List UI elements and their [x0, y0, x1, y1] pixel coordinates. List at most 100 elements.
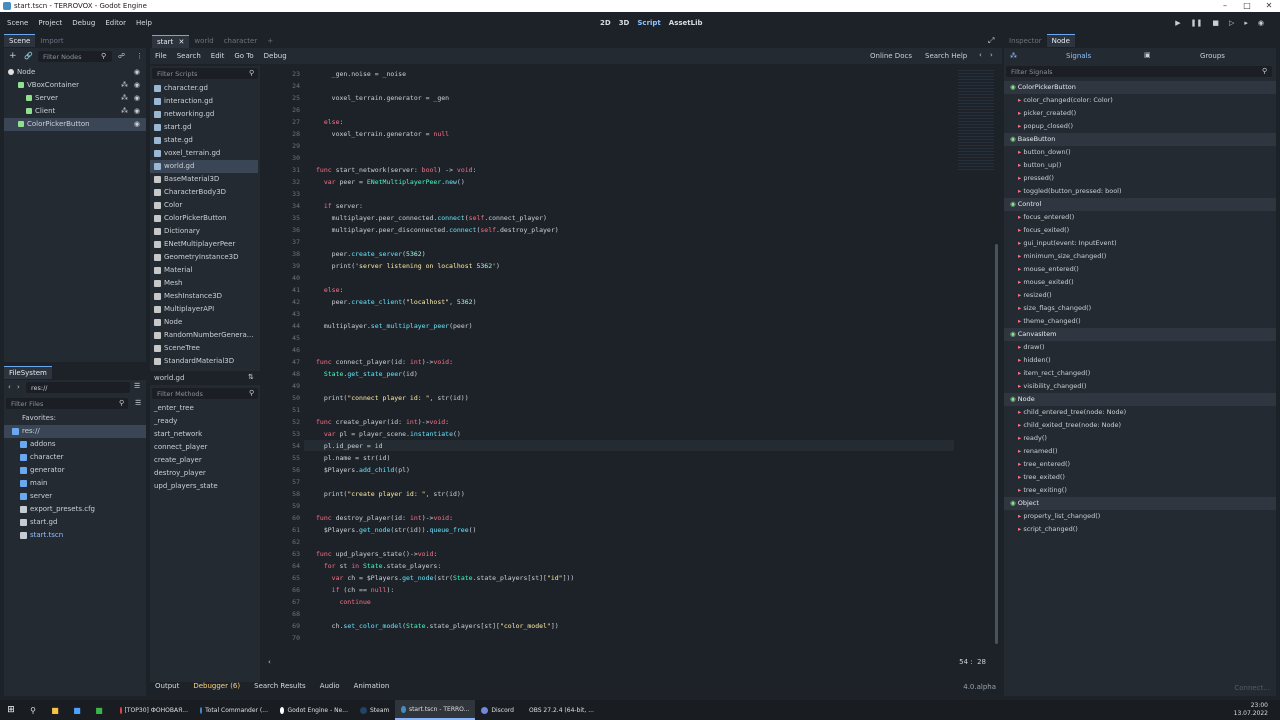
script-menu-edit[interactable]: Edit: [206, 52, 230, 60]
script-menu-file[interactable]: File: [150, 52, 172, 60]
filesystem-item[interactable]: character: [4, 451, 146, 464]
filesystem-item[interactable]: start.tscn: [4, 529, 146, 542]
menu-debug[interactable]: Debug: [67, 19, 100, 27]
signal-item[interactable]: ▸ mouse_entered(): [1004, 263, 1276, 276]
play-icon[interactable]: ▶: [1175, 19, 1180, 27]
signal-item[interactable]: ▸ color_changed(color: Color): [1004, 94, 1276, 107]
maximize-button[interactable]: □: [1236, 0, 1258, 12]
filter-methods-input[interactable]: Filter Methods: [152, 388, 258, 399]
bottom-tab[interactable]: Animation: [349, 682, 395, 690]
script-list-item[interactable]: GeometryInstance3D: [150, 251, 258, 264]
next-icon[interactable]: ›: [990, 51, 993, 59]
visibility-icon[interactable]: ◉: [134, 79, 140, 92]
mode-3d[interactable]: 3D: [619, 19, 630, 27]
menu-help[interactable]: Help: [131, 19, 157, 27]
filesystem-item[interactable]: export_presets.cfg: [4, 503, 146, 516]
visibility-icon[interactable]: ◉: [134, 92, 140, 105]
taskbar-app[interactable]: [ТОР30] ФОНОВАЯ...: [114, 700, 194, 720]
script-list-item[interactable]: BaseMaterial3D: [150, 173, 258, 186]
play-custom-icon[interactable]: ▸: [1244, 19, 1248, 27]
script-menu-search[interactable]: Search: [172, 52, 206, 60]
signal-item[interactable]: ▸ focus_entered(): [1004, 211, 1276, 224]
editor-tab-world[interactable]: world: [189, 35, 218, 48]
editor-tab-start[interactable]: start ✕: [152, 34, 190, 48]
filter-signals-input[interactable]: Filter Signals: [1006, 66, 1272, 77]
signal-class-header[interactable]: ◉ BaseButton: [1004, 133, 1276, 146]
signal-item[interactable]: ▸ focus_exited(): [1004, 224, 1276, 237]
close-button[interactable]: ✕: [1258, 0, 1280, 12]
filesystem-item[interactable]: addons: [4, 438, 146, 451]
signal-item[interactable]: ▸ script_changed(): [1004, 523, 1276, 536]
bottom-tab[interactable]: Audio: [315, 682, 345, 690]
editor-tab-character[interactable]: character: [219, 35, 263, 48]
signal-item[interactable]: ▸ tree_exited(): [1004, 471, 1276, 484]
taskbar-app[interactable]: OBS 27.2.4 (64-bit, ...: [520, 700, 600, 720]
tab-inspector[interactable]: Inspector: [1004, 35, 1047, 48]
tab-signals[interactable]: Signals: [1066, 52, 1091, 60]
bottom-tab[interactable]: Search Results: [249, 682, 311, 690]
script-list-item[interactable]: start.gd: [150, 121, 258, 134]
signal-item[interactable]: ▸ popup_closed(): [1004, 120, 1276, 133]
path-input[interactable]: res://: [26, 382, 130, 393]
search-help-link[interactable]: Search Help: [925, 52, 967, 60]
script-menu-go-to[interactable]: Go To: [229, 52, 258, 60]
bottom-tab[interactable]: Debugger (6): [188, 682, 245, 690]
scene-node[interactable]: VBoxContainer ◉ ⁂: [4, 79, 146, 92]
script-list-item[interactable]: Color: [150, 199, 258, 212]
connect-button[interactable]: Connect...: [1234, 684, 1270, 692]
folder-icon[interactable]: ■: [44, 706, 66, 715]
close-tab-icon[interactable]: ✕: [176, 38, 185, 46]
sort-icon[interactable]: ⇅: [248, 373, 254, 381]
filesystem-item[interactable]: server: [4, 490, 146, 503]
method-list-item[interactable]: create_player: [150, 454, 258, 467]
signal-item[interactable]: ▸ item_rect_changed(): [1004, 367, 1276, 380]
scene-node[interactable]: Server ◉ ⁂: [4, 92, 146, 105]
visibility-icon[interactable]: ◉: [134, 118, 140, 131]
signal-item[interactable]: ▸ size_flags_changed(): [1004, 302, 1276, 315]
signal-icon[interactable]: ⁂: [121, 92, 128, 105]
signal-item[interactable]: ▸ child_entered_tree(node: Node): [1004, 406, 1276, 419]
link-icon[interactable]: 🔗: [24, 52, 33, 60]
tab-node[interactable]: Node: [1046, 34, 1075, 47]
mode-assetlib[interactable]: AssetLib: [669, 19, 703, 27]
signal-item[interactable]: ▸ draw(): [1004, 341, 1276, 354]
script-list-item[interactable]: networking.gd: [150, 108, 258, 121]
script-list-item[interactable]: SceneTree: [150, 342, 258, 355]
method-list-item[interactable]: start_network: [150, 428, 258, 441]
signal-icon[interactable]: ⁂: [121, 105, 128, 118]
script-list-item[interactable]: Node: [150, 316, 258, 329]
prev-icon[interactable]: ‹: [979, 51, 982, 59]
movie-icon[interactable]: ◉: [1258, 19, 1264, 27]
signal-item[interactable]: ▸ minimum_size_changed(): [1004, 250, 1276, 263]
method-list-item[interactable]: _enter_tree: [150, 402, 258, 415]
script-list-item[interactable]: character.gd: [150, 82, 258, 95]
menu-project[interactable]: Project: [33, 19, 67, 27]
signal-item[interactable]: ▸ hidden(): [1004, 354, 1276, 367]
back-icon[interactable]: ‹: [8, 383, 11, 391]
signal-item[interactable]: ▸ visibility_changed(): [1004, 380, 1276, 393]
signal-item[interactable]: ▸ pressed(): [1004, 172, 1276, 185]
vertical-scrollbar[interactable]: [995, 244, 998, 644]
play-scene-icon[interactable]: ▷: [1229, 19, 1234, 27]
script-list-item[interactable]: Material: [150, 264, 258, 277]
signal-item[interactable]: ▸ button_down(): [1004, 146, 1276, 159]
tab-import[interactable]: Import: [35, 35, 68, 48]
taskbar-app[interactable]: Total Commander (...: [194, 700, 274, 720]
method-list-item[interactable]: connect_player: [150, 441, 258, 454]
mode-script[interactable]: Script: [637, 19, 660, 27]
more-icon[interactable]: ⋮: [136, 52, 143, 60]
signal-class-header[interactable]: ◉ Node: [1004, 393, 1276, 406]
filesystem-item[interactable]: Favorites:: [4, 412, 146, 425]
method-list-item[interactable]: destroy_player: [150, 467, 258, 480]
filesystem-item[interactable]: start.gd: [4, 516, 146, 529]
tab-scene[interactable]: Scene: [4, 34, 36, 47]
script-list-item[interactable]: MeshInstance3D: [150, 290, 258, 303]
app-icon[interactable]: ■: [66, 706, 88, 715]
signal-item[interactable]: ▸ ready(): [1004, 432, 1276, 445]
script-list-item[interactable]: Dictionary: [150, 225, 258, 238]
scene-node[interactable]: ColorPickerButton ◉: [4, 118, 146, 131]
filesystem-item[interactable]: res://: [4, 425, 146, 438]
script-list-item[interactable]: CharacterBody3D: [150, 186, 258, 199]
method-list-item[interactable]: upd_players_state: [150, 480, 258, 493]
forward-icon[interactable]: ›: [17, 383, 20, 391]
